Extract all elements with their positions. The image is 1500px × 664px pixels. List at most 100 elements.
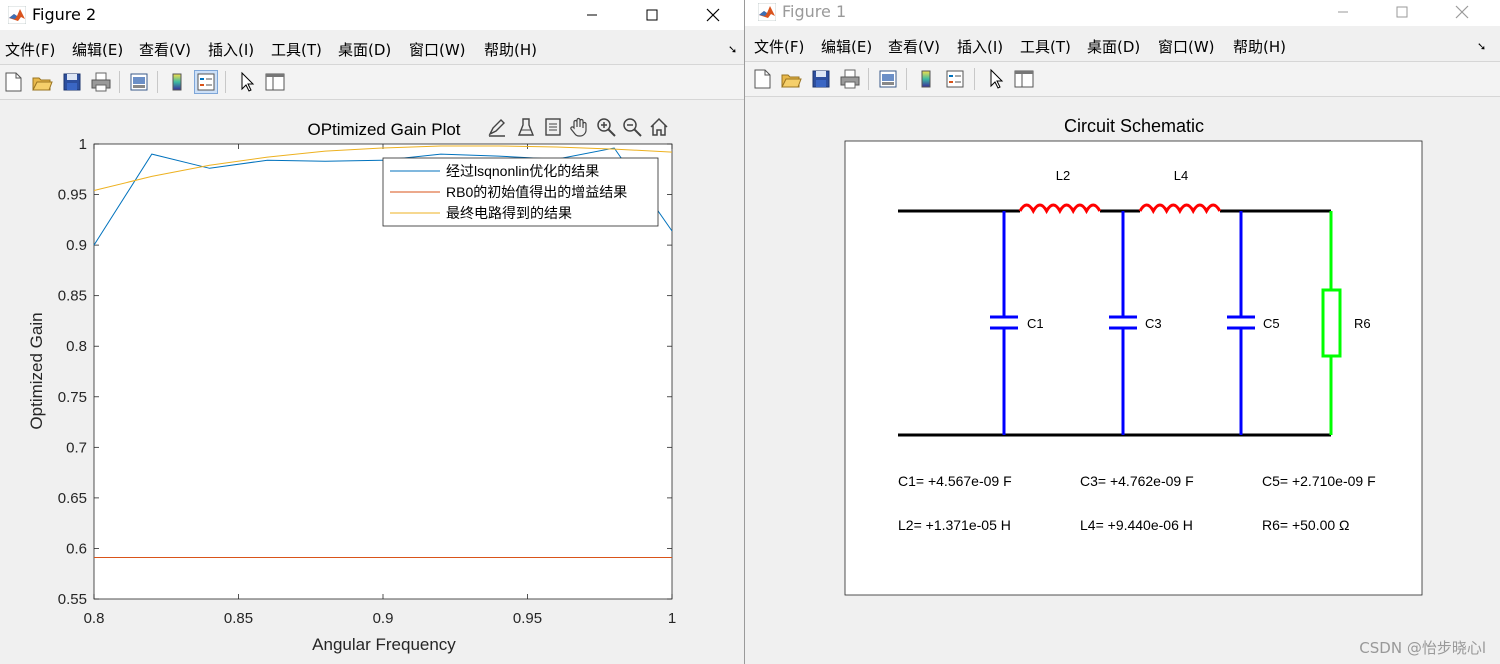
matlab-icon	[8, 6, 26, 24]
x-axis-label: Angular Frequency	[312, 635, 456, 654]
maximize-button[interactable]	[1379, 0, 1425, 24]
menu-bar: 文件(F) 编辑(E) 查看(V) 插入(I) 工具(T) 桌面(D) 窗口(W…	[0, 37, 744, 61]
y-tick-label: 0.6	[66, 540, 87, 557]
chart-title: OPtimized Gain Plot	[307, 120, 460, 139]
toolbar-separator	[119, 71, 120, 93]
label-C1: C1	[1027, 316, 1044, 331]
x-tick-label: 0.8	[84, 610, 105, 627]
x-tick-label: 0.95	[513, 610, 542, 627]
label-C5: C5	[1263, 316, 1280, 331]
x-tick-label: 0.85	[224, 610, 253, 627]
print-icon[interactable]	[839, 68, 861, 90]
y-tick-label: 0.95	[58, 187, 87, 204]
y-tick-label: 1	[79, 136, 87, 153]
maximize-icon	[646, 9, 658, 21]
menu-collapse-icon[interactable]: ➘	[1477, 40, 1486, 53]
close-icon	[1455, 5, 1469, 19]
new-figure-icon[interactable]	[751, 68, 773, 90]
gain-chart: OPtimized Gain Plot Angular Frequency Op…	[27, 120, 676, 654]
legend-icon[interactable]	[194, 70, 218, 94]
menu-view[interactable]: 查看(V)	[888, 36, 940, 57]
menu-window[interactable]: 窗口(W)	[1158, 36, 1215, 57]
figure-1-window: Figure 1 文件(F) 编辑(E) 查看(V) 插入(I) 工具(T) 桌…	[745, 0, 1500, 664]
matlab-icon	[758, 3, 776, 21]
menu-desktop[interactable]: 桌面(D)	[338, 39, 391, 60]
watermark: CSDN @怡步晓心l	[1359, 639, 1486, 657]
property-inspector-icon[interactable]	[1013, 68, 1035, 90]
label-L4: L4	[1174, 168, 1188, 183]
print-preview-icon[interactable]	[128, 71, 150, 93]
value-C1: C1= +4.567e-09 F	[898, 473, 1012, 489]
legend-label: RB0的初始值得出的增益结果	[446, 184, 627, 200]
pointer-icon[interactable]	[236, 71, 258, 93]
menu-view[interactable]: 查看(V)	[139, 39, 191, 60]
menu-help[interactable]: 帮助(H)	[1233, 36, 1286, 57]
value-L4: L4= +9.440e-06 H	[1080, 517, 1193, 533]
menu-edit[interactable]: 编辑(E)	[821, 36, 872, 57]
colorbar-icon[interactable]	[915, 68, 937, 90]
menu-insert[interactable]: 插入(I)	[208, 39, 254, 60]
menu-edit[interactable]: 编辑(E)	[72, 39, 123, 60]
open-icon[interactable]	[31, 71, 53, 93]
pointer-icon[interactable]	[985, 68, 1007, 90]
legend-icon[interactable]	[944, 68, 966, 90]
minimize-icon	[587, 14, 597, 16]
menu-insert[interactable]: 插入(I)	[957, 36, 1003, 57]
new-figure-icon[interactable]	[2, 71, 24, 93]
save-icon[interactable]	[61, 71, 83, 93]
menu-file[interactable]: 文件(F)	[5, 39, 55, 60]
minimize-icon	[1338, 11, 1348, 13]
toolbar-separator	[906, 68, 907, 90]
legend-label: 经过lsqnonlin优化的结果	[446, 163, 599, 179]
menu-file[interactable]: 文件(F)	[754, 36, 804, 57]
y-tick-label: 0.8	[66, 338, 87, 355]
toolbar-separator	[974, 68, 975, 90]
toolbar-separator	[157, 71, 158, 93]
title-bar: Figure 1	[745, 0, 1500, 26]
label-L2: L2	[1056, 168, 1070, 183]
minimize-button[interactable]	[1320, 0, 1366, 24]
y-tick-label: 0.75	[58, 389, 87, 406]
property-inspector-icon[interactable]	[264, 71, 286, 93]
figure-toolbar	[0, 64, 744, 100]
minimize-button[interactable]	[569, 0, 615, 30]
y-axis-label: Optimized Gain	[27, 312, 46, 429]
print-preview-icon[interactable]	[877, 68, 899, 90]
close-icon	[706, 8, 720, 22]
menu-desktop[interactable]: 桌面(D)	[1087, 36, 1140, 57]
menu-window[interactable]: 窗口(W)	[409, 39, 466, 60]
legend-label: 最终电路得到的结果	[446, 205, 572, 221]
menu-help[interactable]: 帮助(H)	[484, 39, 537, 60]
title-bar: Figure 2	[0, 0, 744, 30]
y-tick-label: 0.55	[58, 591, 87, 608]
y-tick-label: 0.65	[58, 490, 87, 507]
menu-tools[interactable]: 工具(T)	[1020, 36, 1071, 57]
close-button[interactable]	[1439, 0, 1485, 24]
window-title: Figure 2	[32, 5, 97, 24]
y-tick-label: 0.7	[66, 439, 87, 456]
value-C3: C3= +4.762e-09 F	[1080, 473, 1194, 489]
toolbar-separator	[225, 71, 226, 93]
print-icon[interactable]	[90, 71, 112, 93]
colorbar-icon[interactable]	[166, 71, 188, 93]
y-tick-label: 0.9	[66, 237, 87, 254]
schematic-title: Circuit Schematic	[1064, 116, 1204, 136]
maximize-button[interactable]	[629, 0, 675, 30]
window-title: Figure 1	[782, 2, 847, 21]
value-R6: R6= +50.00 Ω	[1262, 517, 1350, 533]
figure-2-window: Figure 2 文件(F) 编辑(E) 查看(V) 插入(I) 工具(T) 桌…	[0, 0, 745, 664]
save-icon[interactable]	[810, 68, 832, 90]
circuit-schematic: Circuit Schematic L2 L4 C1 C3 C5 R6 C1= …	[844, 116, 1423, 596]
close-button[interactable]	[690, 0, 736, 30]
y-tick-label: 0.85	[58, 288, 87, 305]
label-R6: R6	[1354, 316, 1371, 331]
x-tick-label: 1	[668, 610, 676, 627]
value-L2: L2= +1.371e-05 H	[898, 517, 1011, 533]
toolbar-separator	[868, 68, 869, 90]
legend: 经过lsqnonlin优化的结果 RB0的初始值得出的增益结果最终电路得到的结果	[382, 157, 659, 227]
menu-tools[interactable]: 工具(T)	[271, 39, 322, 60]
menu-bar: 文件(F) 编辑(E) 查看(V) 插入(I) 工具(T) 桌面(D) 窗口(W…	[745, 34, 1500, 58]
menu-collapse-icon[interactable]: ➘	[728, 43, 737, 56]
label-C3: C3	[1145, 316, 1162, 331]
open-icon[interactable]	[780, 68, 802, 90]
